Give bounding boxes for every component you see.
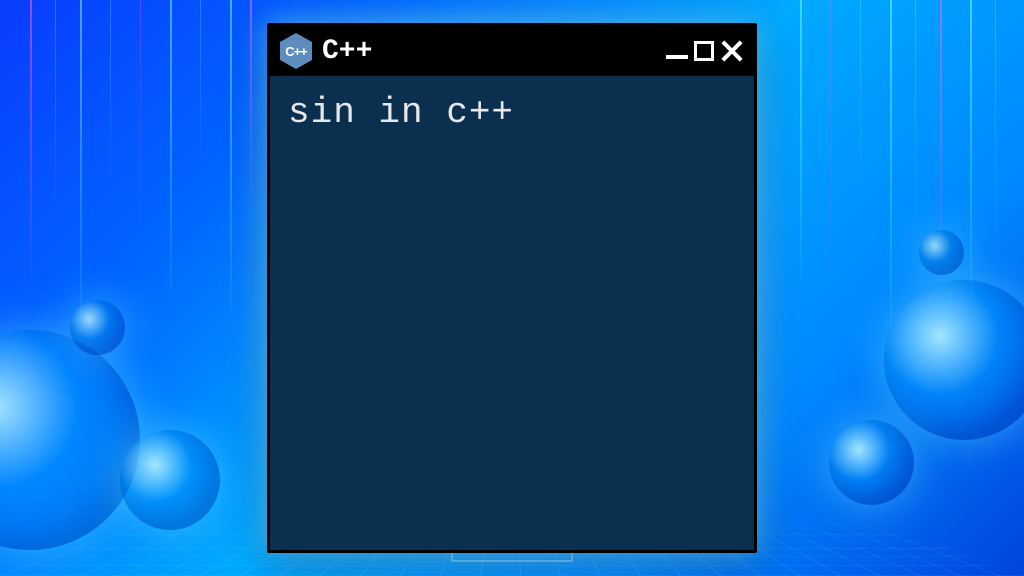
window-controls — [666, 39, 744, 63]
sphere-decoration — [829, 420, 914, 505]
maximize-button[interactable] — [694, 41, 714, 61]
sphere-decoration — [919, 230, 964, 275]
cpp-logo-icon: C++ — [280, 33, 312, 69]
terminal-body[interactable]: sin in c++ — [270, 76, 754, 550]
terminal-content-text: sin in c++ — [288, 92, 736, 133]
cpp-logo-text: C++ — [285, 44, 307, 59]
window-title: C++ — [322, 36, 656, 67]
sphere-decoration — [70, 300, 125, 355]
minimize-button[interactable] — [666, 55, 688, 59]
terminal-window: C++ C++ sin in c++ — [267, 23, 757, 553]
close-button[interactable] — [720, 39, 744, 63]
titlebar[interactable]: C++ C++ — [270, 26, 754, 76]
sphere-decoration — [120, 430, 220, 530]
